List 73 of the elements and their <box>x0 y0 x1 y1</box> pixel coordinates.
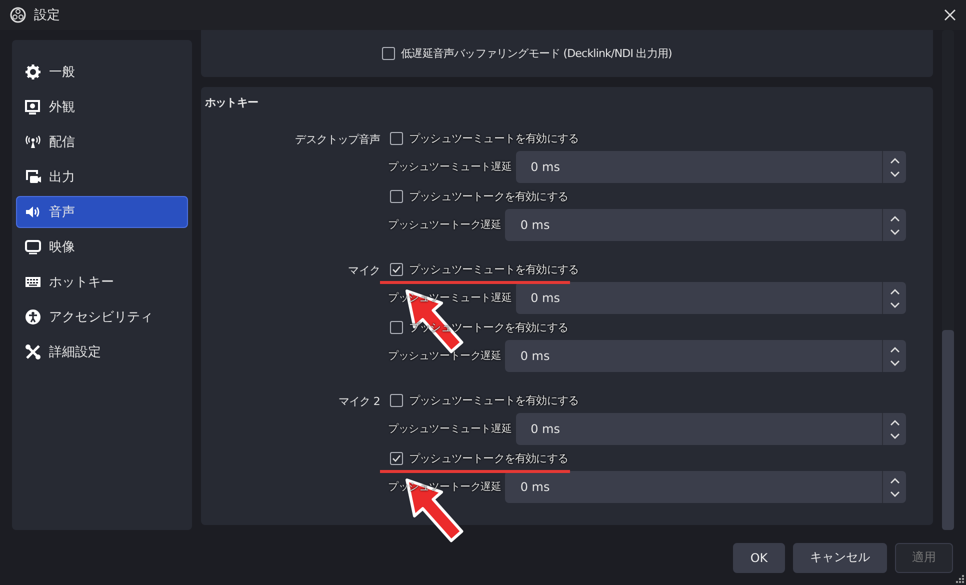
sidebar-item[interactable]: 音声 <box>16 196 188 228</box>
keyboard-icon <box>25 274 41 290</box>
spinner[interactable] <box>882 340 906 372</box>
field-label: プッシュツーミュート遅延 <box>388 422 512 436</box>
spinner[interactable] <box>882 151 906 183</box>
sidebar-item[interactable]: 配信 <box>16 126 188 158</box>
number-field[interactable]: 0 ms <box>516 413 882 445</box>
pointer-arrow <box>406 478 464 542</box>
chevron-up-icon[interactable] <box>890 346 900 352</box>
checkbox-label[interactable]: プッシュツーミュートを有効にする <box>409 262 579 276</box>
chevron-up-icon[interactable] <box>890 420 900 426</box>
number-field[interactable]: 0 ms <box>516 282 882 314</box>
chevron-down-icon[interactable] <box>890 170 900 176</box>
sidebar-item[interactable]: 詳細設定 <box>16 336 188 368</box>
tools-icon <box>25 344 41 360</box>
close-icon[interactable] <box>944 9 956 21</box>
chevron-down-icon[interactable] <box>890 360 900 366</box>
chevron-down-icon[interactable] <box>890 228 900 234</box>
checkbox[interactable] <box>390 190 403 202</box>
scrollbar-thumb[interactable] <box>942 330 954 530</box>
number-field[interactable]: 0 ms <box>516 151 882 183</box>
checkbox-label[interactable]: プッシュツーミュートを有効にする <box>409 392 579 408</box>
checkbox-label[interactable]: プッシュツーミュートを有効にする <box>409 130 579 146</box>
dialog-button[interactable]: OK <box>733 542 785 572</box>
speaker-icon <box>25 204 41 220</box>
field-label: プッシュツートーク遅延 <box>388 218 502 232</box>
number-field[interactable]: 0 ms <box>505 471 882 503</box>
chevron-up-icon[interactable] <box>890 158 900 164</box>
checkbox[interactable] <box>390 132 403 144</box>
gear-icon <box>25 64 41 80</box>
spinner[interactable] <box>882 413 906 445</box>
chevron-down-icon[interactable] <box>890 490 900 496</box>
source-label: マイク <box>347 263 381 279</box>
sidebar-item[interactable]: ホットキー <box>16 266 188 298</box>
number-field[interactable]: 0 ms <box>505 209 882 241</box>
checkbox-label[interactable]: プッシュツートークを有効にする <box>409 188 568 204</box>
chevron-up-icon[interactable] <box>890 216 900 222</box>
dialog-button[interactable]: キャンセル <box>793 542 887 572</box>
antenna-icon <box>25 134 41 150</box>
sidebar-item[interactable]: 一般 <box>16 56 188 88</box>
sidebar-item[interactable]: 外観 <box>16 91 188 123</box>
checkbox-label[interactable]: プッシュツートークを有効にする <box>409 450 568 466</box>
resize-grip-icon[interactable] <box>956 575 964 583</box>
checkbox[interactable] <box>390 452 403 464</box>
section-title: ホットキー <box>204 95 258 111</box>
chevron-down-icon[interactable] <box>890 302 900 308</box>
sidebar-item[interactable]: 出力 <box>16 161 188 193</box>
output-icon <box>25 169 41 185</box>
checkbox-label[interactable]: 低遅延音声バッファリングモード (Decklink/NDI 出力用) <box>401 46 672 61</box>
app-logo-icon <box>10 7 26 23</box>
spinner[interactable] <box>882 282 906 314</box>
pointer-arrow <box>406 290 464 354</box>
spinner[interactable] <box>882 471 906 503</box>
checkbox[interactable] <box>390 262 403 276</box>
checkbox[interactable] <box>390 394 403 406</box>
field-label: プッシュツートーク遅延 <box>388 349 502 363</box>
accessibility-icon <box>25 309 41 325</box>
chevron-down-icon[interactable] <box>890 432 900 438</box>
source-label: デスクトップ音声 <box>294 132 381 148</box>
chevron-up-icon[interactable] <box>890 478 900 484</box>
checkbox[interactable] <box>390 320 403 334</box>
source-label: マイク 2 <box>338 394 381 410</box>
chevron-up-icon[interactable] <box>890 288 900 294</box>
number-field[interactable]: 0 ms <box>505 340 882 372</box>
checkbox[interactable] <box>382 47 396 60</box>
spinner[interactable] <box>882 209 906 241</box>
sidebar-item[interactable]: アクセシビリティ <box>16 301 188 333</box>
scrollbar[interactable] <box>942 30 954 530</box>
monitor-icon <box>25 99 41 115</box>
field-label: プッシュツーミュート遅延 <box>388 160 512 174</box>
window-title: 設定 <box>34 7 61 24</box>
sidebar-item[interactable]: 映像 <box>16 231 188 263</box>
screen-icon <box>25 239 41 255</box>
